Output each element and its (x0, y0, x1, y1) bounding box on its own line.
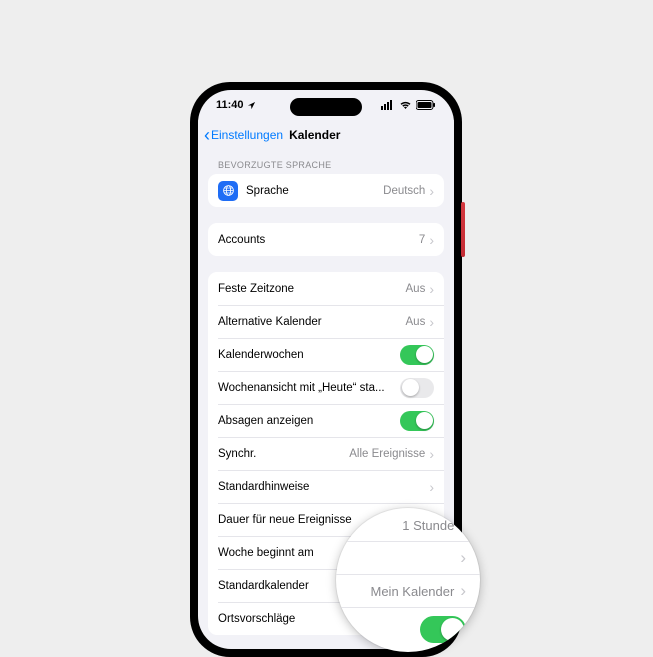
mag-row-week-start: › (336, 542, 480, 575)
row-alternative-calendars[interactable]: Alternative Kalender Aus › (208, 305, 444, 338)
chevron-right-icon: › (429, 183, 434, 199)
row-label: Alternative Kalender (218, 316, 400, 328)
row-label: Feste Zeitzone (218, 283, 400, 295)
battery-icon (416, 100, 436, 110)
row-accounts[interactable]: Accounts 7 › (208, 223, 444, 256)
wifi-icon (399, 100, 412, 110)
chevron-right-icon: › (429, 479, 434, 495)
row-label: Sprache (246, 185, 377, 197)
magnifier-overlay: 1 Stunde › › Mein Kalender › (336, 508, 480, 652)
row-week-numbers: Kalenderwochen (208, 338, 444, 371)
nav-bar: ‹ Einstellungen Kalender (198, 120, 454, 150)
dynamic-island (290, 98, 362, 116)
page-title: Kalender (289, 128, 340, 142)
chevron-right-icon: › (460, 581, 466, 601)
row-default-alerts[interactable]: Standardhinweise › (208, 470, 444, 503)
mag-value: Mein Kalender (371, 584, 455, 599)
status-right (381, 100, 436, 110)
section-header-language: BEVORZUGTE SPRACHE (208, 150, 444, 174)
row-value: 7 (419, 234, 425, 246)
chevron-left-icon: ‹ (204, 126, 210, 144)
mag-value: 1 Stunde (402, 518, 454, 533)
row-label: Synchr. (218, 448, 343, 460)
row-week-today: Wochenansicht mit „Heute“ sta... (208, 371, 444, 404)
chevron-right-icon: › (460, 548, 466, 568)
row-label: Standardhinweise (218, 481, 425, 493)
row-value: Alle Ereignisse (349, 448, 425, 460)
globe-icon (218, 181, 238, 201)
row-value: Aus (406, 283, 426, 295)
toggle-show-declines[interactable] (400, 411, 434, 431)
toggle-week-numbers[interactable] (400, 345, 434, 365)
row-label: Accounts (218, 234, 413, 246)
side-button (461, 202, 465, 257)
row-label: Standardkalender (218, 580, 345, 592)
row-show-declines: Absagen anzeigen (208, 404, 444, 437)
back-label: Einstellungen (211, 128, 283, 142)
chevron-right-icon: › (429, 314, 434, 330)
row-language[interactable]: Sprache Deutsch › (208, 174, 444, 207)
status-time: 11:40 (216, 99, 244, 111)
chevron-right-icon: › (429, 232, 434, 248)
location-icon (247, 101, 256, 110)
row-label: Kalenderwochen (218, 349, 394, 361)
row-label: Dauer für neue Ereignisse (218, 514, 373, 526)
back-button[interactable]: ‹ Einstellungen (204, 126, 283, 144)
group-language: Sprache Deutsch › (208, 174, 444, 207)
signal-icon (381, 100, 395, 110)
row-sync[interactable]: Synchr. Alle Ereignisse › (208, 437, 444, 470)
chevron-right-icon: › (429, 281, 434, 297)
row-value: Aus (406, 316, 426, 328)
mag-row-default-calendar: Mein Kalender › (336, 575, 480, 608)
toggle-week-today[interactable] (400, 378, 434, 398)
group-accounts: Accounts 7 › (208, 223, 444, 256)
row-fixed-timezone[interactable]: Feste Zeitzone Aus › (208, 272, 444, 305)
row-label: Absagen anzeigen (218, 415, 394, 427)
row-label: Wochenansicht mit „Heute“ sta... (218, 382, 394, 394)
toggle-location-suggestions-zoom[interactable] (420, 616, 466, 643)
row-value: Deutsch (383, 185, 425, 197)
chevron-right-icon: › (429, 446, 434, 462)
